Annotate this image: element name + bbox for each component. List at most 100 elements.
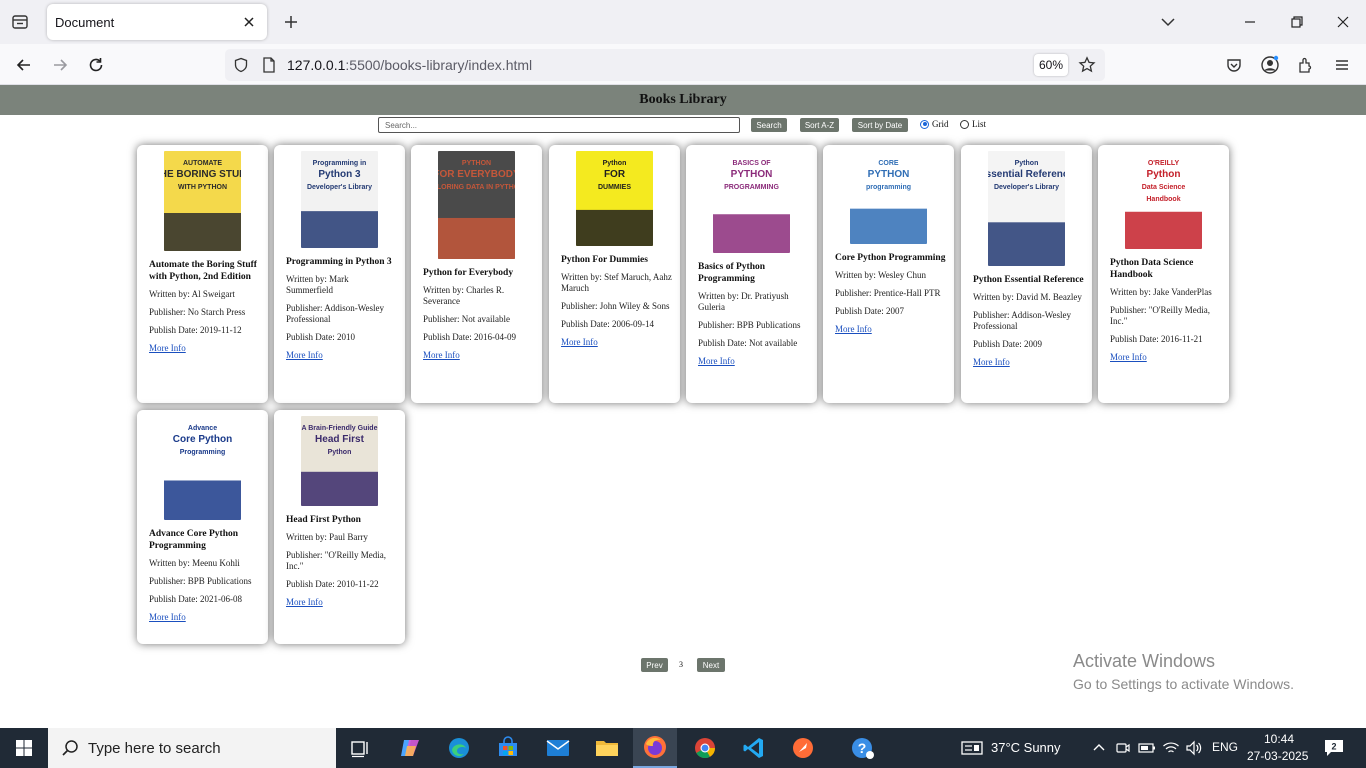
restore-icon[interactable] <box>1285 10 1309 34</box>
more-info-link[interactable]: More Info <box>149 612 186 622</box>
firefox-icon[interactable] <box>633 728 677 768</box>
book-author: Written by: Stef Maruch, Aahz Maruch <box>561 272 672 293</box>
back-icon[interactable] <box>11 52 37 78</box>
mail-icon[interactable] <box>536 728 580 768</box>
reload-icon[interactable] <box>83 52 109 78</box>
watermark-subtitle: Go to Settings to activate Windows. <box>1073 676 1294 692</box>
extensions-icon[interactable] <box>1293 52 1319 78</box>
book-cover-image: BASICS OF PYTHON PROGRAMMING <box>713 151 790 253</box>
book-publish-date: Publish Date: Not available <box>698 338 798 348</box>
chrome-icon[interactable] <box>683 728 727 768</box>
book-details: Programming in Python 3 Written by: Mark … <box>286 256 397 361</box>
book-title: Python Essential Reference <box>973 275 1084 285</box>
url-path: :5500/books-library/index.html <box>345 57 533 73</box>
book-cover-image: Advance Core Python Programming <box>164 416 241 520</box>
copilot-icon[interactable] <box>388 728 432 768</box>
book-title: Core Python Programming <box>835 253 946 263</box>
more-info-link[interactable]: More Info <box>286 597 323 607</box>
account-icon[interactable] <box>1257 52 1283 78</box>
chevron-up-icon[interactable] <box>1089 738 1109 758</box>
close-window-icon[interactable] <box>1331 10 1355 34</box>
shield-icon[interactable] <box>231 55 251 75</box>
book-author: Written by: Paul Barry <box>286 532 368 542</box>
minimize-icon[interactable] <box>1238 10 1262 34</box>
address-bar[interactable]: 127.0.0.1:5500/books-library/index.html … <box>225 49 1105 81</box>
sort-az-button[interactable]: Sort A-Z <box>800 118 839 132</box>
more-info-link[interactable]: More Info <box>1110 352 1147 362</box>
zoom-level-badge[interactable]: 60% <box>1034 54 1068 76</box>
windows-taskbar: Type here to search ? 37°C Sunny ENG 10:… <box>0 728 1366 768</box>
more-info-link[interactable]: More Info <box>561 337 598 347</box>
page-icon[interactable] <box>259 55 279 75</box>
pocket-icon[interactable] <box>1221 52 1247 78</box>
notification-icon[interactable]: 2 <box>1323 738 1345 758</box>
cover-text: Python <box>1147 169 1181 180</box>
cover-text: EXPLORING DATA IN PYTHON 3 <box>438 184 515 191</box>
language-indicator[interactable]: ENG <box>1212 740 1238 754</box>
cover-text: BASICS OF <box>732 160 771 167</box>
new-tab-icon[interactable] <box>279 10 303 34</box>
url-text[interactable]: 127.0.0.1:5500/books-library/index.html <box>287 57 532 73</box>
clock-date[interactable]: 27-03-2025 <box>1247 749 1308 763</box>
more-info-link[interactable]: More Info <box>835 324 872 334</box>
book-title: Python Data Science Handbook <box>1110 258 1194 280</box>
tab-list-icon[interactable] <box>8 10 32 34</box>
cover-text: Core Python <box>173 434 232 445</box>
forward-icon[interactable] <box>47 52 73 78</box>
menu-icon[interactable] <box>1329 52 1355 78</box>
cover-text: PYTHON <box>731 169 773 180</box>
next-page-button[interactable]: Next <box>697 658 725 672</box>
active-tab[interactable]: Document <box>47 4 267 40</box>
cover-text: Developer's Library <box>994 184 1059 191</box>
help-icon[interactable]: ? <box>841 728 885 768</box>
weather-widget-icon[interactable] <box>960 738 984 758</box>
search-button[interactable]: Search <box>751 118 787 132</box>
store-icon[interactable] <box>486 728 530 768</box>
notification-count: 2 <box>1331 742 1336 752</box>
controls-bar: Search Sort A-Z Sort by Date Grid List <box>0 115 1366 135</box>
book-card: CORE PYTHON programming Core Python Program… <box>823 145 954 403</box>
taskbar-search[interactable]: Type here to search <box>48 728 336 768</box>
search-input[interactable] <box>378 117 740 133</box>
more-info-link[interactable]: More Info <box>286 350 323 360</box>
more-info-link[interactable]: More Info <box>423 350 460 360</box>
book-details: Advance Core Python Programming Written b… <box>149 528 260 623</box>
edge-icon[interactable] <box>437 728 481 768</box>
radio-unselected[interactable] <box>960 119 969 129</box>
book-publish-date: Publish Date: 2010 <box>286 332 355 342</box>
book-publisher: Publisher: Addison-Wesley Professional <box>286 303 385 324</box>
volume-icon[interactable] <box>1184 738 1204 758</box>
url-host: 127.0.0.1 <box>287 57 346 73</box>
prev-page-button[interactable]: Prev <box>641 658 668 672</box>
book-publish-date: Publish Date: 2009 <box>973 339 1042 349</box>
cover-text: CORE <box>878 160 899 167</box>
book-card: Advance Core Python Programming Advance Cor… <box>137 410 268 644</box>
more-info-link[interactable]: More Info <box>973 357 1010 367</box>
battery-icon[interactable] <box>1137 738 1157 758</box>
list-view-radio[interactable]: List <box>960 119 986 129</box>
sort-date-button[interactable]: Sort by Date <box>852 118 908 132</box>
postman-icon[interactable] <box>781 728 825 768</box>
book-card: AUTOMATE THE BORING STUFF WITH PYTHON Autom… <box>137 145 268 403</box>
book-publish-date: Publish Date: 2006-09-14 <box>561 319 654 329</box>
weather-text[interactable]: 37°C Sunny <box>991 740 1061 755</box>
clock-time[interactable]: 10:44 <box>1264 732 1294 746</box>
vscode-icon[interactable] <box>732 728 776 768</box>
cover-text: O'REILLY <box>1148 160 1180 167</box>
chevron-down-icon[interactable] <box>1156 10 1180 34</box>
more-info-link[interactable]: More Info <box>149 343 186 353</box>
book-details: Head First Python Written by: Paul Barry P… <box>286 514 397 608</box>
close-tab-icon[interactable] <box>239 12 259 32</box>
book-cover-image: Python Essential Reference Developer's Lib… <box>988 151 1065 266</box>
wifi-icon[interactable] <box>1161 738 1181 758</box>
cover-text: Programming in <box>313 160 367 167</box>
file-explorer-icon[interactable] <box>585 728 629 768</box>
grid-view-radio[interactable]: Grid <box>920 119 949 129</box>
windows-start-icon[interactable] <box>0 728 48 768</box>
meet-now-icon[interactable] <box>1113 738 1133 758</box>
bookmark-star-icon[interactable] <box>1077 55 1097 75</box>
task-view-icon[interactable] <box>338 728 382 768</box>
more-info-link[interactable]: More Info <box>698 356 735 366</box>
radio-selected[interactable] <box>920 119 929 129</box>
book-title: Basics of Python Programming <box>698 262 766 284</box>
